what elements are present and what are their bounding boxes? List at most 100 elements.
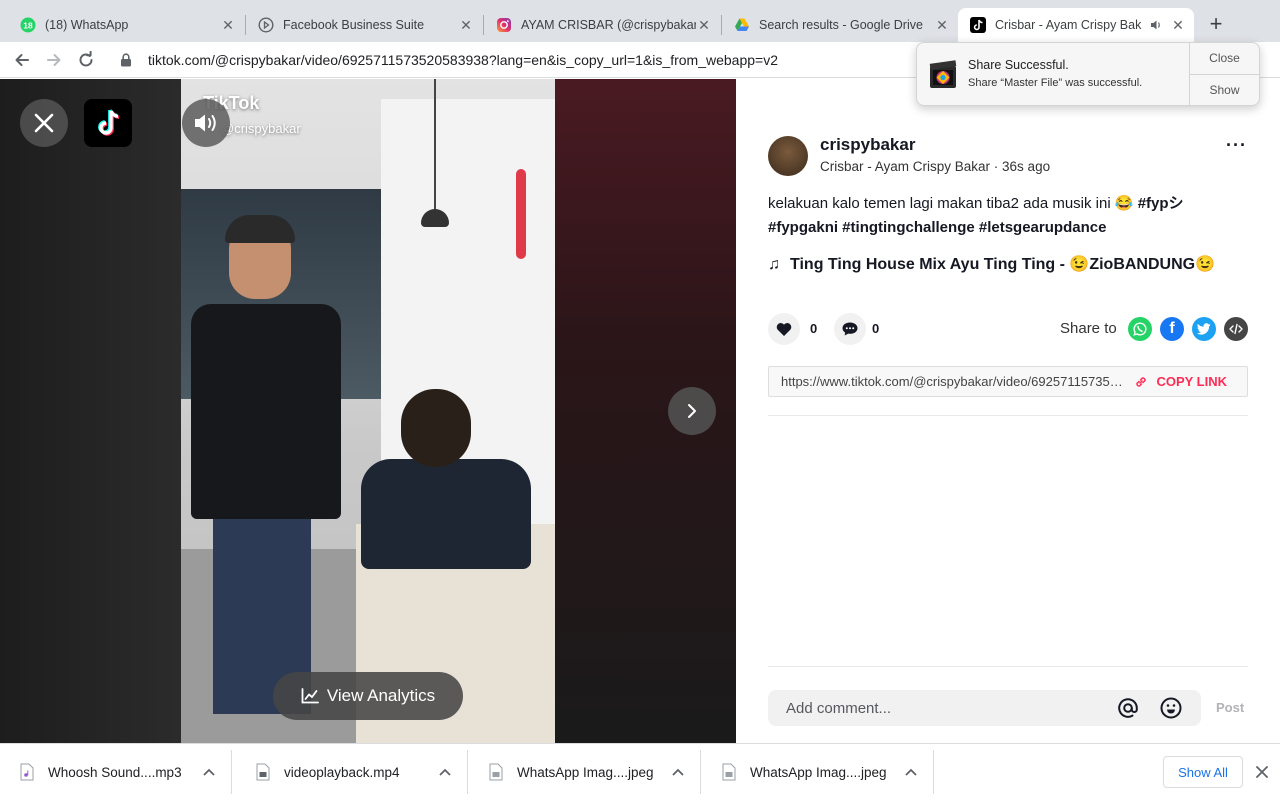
download-item[interactable]: Whoosh Sound....mp3	[0, 750, 232, 794]
download-item[interactable]: videoplayback.mp4	[236, 750, 468, 794]
close-tab-icon[interactable]: ✕	[696, 17, 712, 33]
tab-facebook-business-suite[interactable]: Facebook Business Suite ✕	[246, 8, 482, 42]
download-filename: videoplayback.mp4	[284, 764, 400, 780]
tiktok-logo-icon[interactable]	[84, 99, 132, 147]
reload-button[interactable]	[74, 48, 98, 72]
video-player[interactable]: TikTok @crispybakar	[181, 79, 555, 743]
close-tab-icon[interactable]: ✕	[458, 17, 474, 33]
chevron-up-icon[interactable]	[199, 768, 219, 776]
music-title[interactable]: ♫ Ting Ting House Mix Ayu Ting Ting - 😉Zi…	[768, 254, 1215, 274]
comment-input[interactable]	[768, 699, 1115, 717]
tab-instagram[interactable]: AYAM CRISBAR (@crispybakar ✕	[484, 8, 720, 42]
share-embed-icon[interactable]	[1224, 317, 1248, 341]
back-arrow-icon	[15, 54, 29, 66]
download-filename: WhatsApp Imag....jpeg	[517, 764, 654, 780]
divider	[768, 666, 1248, 667]
close-video-button[interactable]	[20, 99, 68, 147]
reload-icon	[79, 51, 93, 67]
close-tab-icon[interactable]: ✕	[220, 17, 236, 33]
tab-title: Facebook Business Suite	[283, 18, 425, 32]
video-stage: TikTok @crispybakar	[0, 79, 736, 743]
share-link-url[interactable]: https://www.tiktok.com/@crispybakar/vide…	[769, 374, 1124, 389]
share-facebook-icon[interactable]: f	[1160, 317, 1184, 341]
tiktok-icon	[970, 17, 986, 33]
chevron-up-icon[interactable]	[901, 768, 921, 776]
emoji-icon[interactable]	[1158, 695, 1184, 721]
svg-text:18: 18	[23, 21, 33, 31]
lock-icon[interactable]	[120, 53, 140, 67]
instagram-icon	[496, 17, 512, 33]
music-note-icon: ♫	[768, 256, 780, 273]
whatsapp-icon: 18	[20, 17, 36, 33]
share-notification: Share Successful. Share “Master File” wa…	[916, 42, 1260, 106]
tab-title: Crisbar - Ayam Crispy Bak	[995, 18, 1142, 32]
image-file-icon	[489, 763, 503, 781]
tab-google-drive[interactable]: Search results - Google Drive ✕	[722, 8, 958, 42]
like-count: 0	[810, 321, 818, 336]
tab-tiktok-active[interactable]: Crisbar - Ayam Crispy Bak ✕	[958, 8, 1194, 42]
tab-title: (18) WhatsApp	[45, 18, 129, 32]
volume-button[interactable]	[182, 99, 230, 147]
post-actions: 0 0 Share to f	[768, 313, 1248, 345]
speaker-icon[interactable]	[1148, 17, 1164, 33]
share-to-label: Share to	[1060, 320, 1117, 337]
notification-close-button[interactable]: Close	[1190, 43, 1259, 74]
close-icon	[34, 113, 54, 133]
forward-arrow-icon	[47, 54, 61, 66]
view-analytics-button[interactable]: View Analytics	[273, 672, 463, 720]
tab-whatsapp[interactable]: 18 (18) WhatsApp ✕	[8, 8, 244, 42]
tab-title: Search results - Google Drive	[759, 18, 923, 32]
share-twitter-icon[interactable]	[1192, 317, 1216, 341]
chevron-up-icon[interactable]	[668, 768, 688, 776]
new-tab-button[interactable]: +	[1204, 13, 1228, 37]
post-subtitle: Crisbar - Ayam Crispy Bakar · 36s ago	[820, 159, 1051, 174]
mention-at-icon[interactable]	[1115, 695, 1141, 721]
close-tab-icon[interactable]: ✕	[1170, 17, 1186, 33]
download-item[interactable]: WhatsApp Imag....jpeg	[702, 750, 934, 794]
chevron-up-icon[interactable]	[435, 768, 455, 776]
caption-text: kelakuan kalo temen lagi makan tiba2 ada…	[768, 195, 1138, 212]
downloads-bar: Whoosh Sound....mp3 videoplayback.mp4 Wh…	[0, 743, 1280, 800]
download-item[interactable]: WhatsApp Imag....jpeg	[469, 750, 701, 794]
divider	[768, 415, 1248, 416]
volume-icon	[195, 114, 216, 132]
copy-link-label: COPY LINK	[1156, 374, 1227, 389]
close-tab-icon[interactable]: ✕	[934, 17, 950, 33]
download-filename: Whoosh Sound....mp3	[48, 764, 182, 780]
avatar[interactable]	[768, 136, 808, 176]
video-file-icon	[256, 763, 270, 781]
download-filename: WhatsApp Imag....jpeg	[750, 764, 887, 780]
forward-button[interactable]	[42, 48, 66, 72]
notification-show-button[interactable]: Show	[1190, 73, 1259, 106]
browser-tab-strip: 18 (18) WhatsApp ✕ Facebook Business Sui…	[0, 0, 1280, 42]
tab-title: AYAM CRISBAR (@crispybakar	[521, 18, 696, 32]
chevron-right-icon	[688, 404, 696, 418]
notification-body: Share “Master File” was successful.	[968, 77, 1143, 89]
comment-icon	[842, 322, 858, 336]
post-details-panel: crispybakar Crisbar - Ayam Crispy Bakar …	[736, 79, 1280, 743]
comment-button[interactable]	[834, 313, 866, 345]
heart-icon	[776, 322, 792, 336]
google-drive-icon	[734, 17, 750, 33]
more-options-icon[interactable]: ···	[1226, 135, 1247, 156]
watermark-username: @crispybakar	[221, 121, 301, 136]
share-link-box: https://www.tiktok.com/@crispybakar/vide…	[768, 366, 1248, 397]
share-whatsapp-icon[interactable]	[1128, 317, 1152, 341]
next-video-button[interactable]	[668, 387, 716, 435]
close-downloads-icon[interactable]	[1252, 762, 1272, 782]
like-button[interactable]	[768, 313, 800, 345]
back-button[interactable]	[10, 48, 34, 72]
show-all-downloads-button[interactable]: Show All	[1163, 756, 1243, 788]
music-title-text: Ting Ting House Mix Ayu Ting Ting - 😉Zio…	[790, 256, 1216, 273]
comment-bar	[768, 690, 1201, 726]
copy-link-button[interactable]: COPY LINK	[1124, 374, 1247, 389]
view-analytics-label: View Analytics	[326, 686, 436, 705]
username[interactable]: crispybakar	[820, 135, 915, 155]
link-icon	[1136, 376, 1147, 387]
final-cut-pro-icon	[927, 58, 959, 90]
image-file-icon	[722, 763, 736, 781]
post-comment-button[interactable]: Post	[1216, 700, 1244, 715]
post-caption: kelakuan kalo temen lagi makan tiba2 ada…	[768, 192, 1238, 240]
audio-file-icon	[20, 763, 34, 781]
url-text: tiktok.com/@crispybakar/video/6925711573…	[148, 52, 778, 68]
